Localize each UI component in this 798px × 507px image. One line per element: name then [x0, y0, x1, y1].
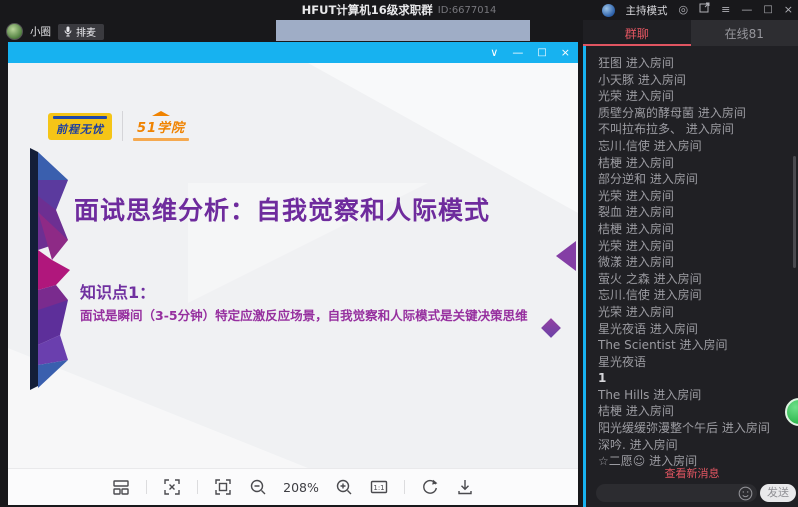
maximize-icon[interactable]: □	[537, 42, 546, 63]
chat-message: 光荣 进入房间	[598, 304, 674, 319]
logo-roof-icon	[152, 111, 170, 116]
minimize-icon[interactable]: —	[512, 42, 523, 63]
microphone-icon	[64, 26, 72, 37]
logo-51college-tagline-bar	[133, 138, 189, 141]
app-window: HFUT计算机16级求职群 ID:6677014 主持模式 ◎ ≡ — □ × …	[0, 0, 798, 507]
zoom-in-icon[interactable]	[334, 477, 354, 497]
logo-51job-url-bar	[53, 116, 107, 119]
actual-size-icon[interactable]: 1:1	[369, 477, 389, 497]
chat-message: 星光夜语 进入房间	[598, 321, 698, 336]
chat-message: 光荣 进入房间	[598, 89, 674, 104]
popout-icon[interactable]	[699, 0, 710, 20]
chat-input[interactable]	[596, 484, 757, 502]
video-placeholder-strip	[276, 20, 530, 41]
room-id: ID:6677014	[437, 4, 497, 16]
logo-divider	[122, 111, 123, 141]
close-icon[interactable]: ×	[784, 0, 793, 20]
knowledge-point-label: 知识点1：	[80, 283, 156, 302]
chat-message-text: 1	[598, 371, 607, 386]
chat-message: 桔梗 进入房间	[598, 404, 674, 419]
minimize-icon[interactable]: —	[741, 0, 752, 20]
chat-message: 裂血 进入房间	[598, 205, 674, 220]
chat-message: 不叫拉布拉多、 进入房间	[598, 122, 734, 137]
toolbar-separator	[403, 480, 405, 494]
host-mode-label: 主持模式	[625, 4, 668, 17]
slides-panel-icon[interactable]	[111, 477, 131, 497]
chat-message: 深吟. 进入房间	[598, 437, 678, 452]
send-button[interactable]: 发送	[760, 484, 796, 502]
slide-diamond-decoration	[556, 241, 576, 271]
presentation-window: ∨ — □ × 前程无忧 51学院 面试思维分析：自我觉察和人际模式 知识点1：…	[8, 42, 578, 505]
chat-message: 光荣 进入房间	[598, 238, 674, 253]
chat-panel: 狂图 进入房间 小天豚 进入房间 光荣 进入房间 质壁分离的酵母菌 进入房间 不叫拉布拉…	[583, 46, 798, 507]
mic-queue-label: 排麦	[76, 28, 96, 39]
chat-message: 质壁分离的酵母菌 进入房间	[598, 105, 746, 120]
user-avatar[interactable]	[6, 23, 23, 40]
top-bar: HFUT计算机16级求职群 ID:6677014 主持模式 ◎ ≡ — □ ×	[0, 0, 798, 20]
chat-scrollbar[interactable]	[793, 156, 796, 268]
slide-area: 前程无忧 51学院 面试思维分析：自我觉察和人际模式 知识点1： 面试是瞬间（3…	[8, 63, 578, 468]
user-name: 小圈	[30, 26, 51, 38]
menu-icon[interactable]: ≡	[721, 0, 730, 20]
svg-text:1:1: 1:1	[373, 484, 384, 492]
chat-message: 小天豚 进入房间	[598, 72, 686, 87]
view-new-messages-link[interactable]: 查看新消息	[586, 465, 798, 481]
zoom-level: 208%	[283, 479, 319, 495]
chat-message: 桔梗 进入房间	[598, 155, 674, 170]
chat-message: The Scientist 进入房间	[598, 338, 728, 353]
chat-sidebar: 群聊 在线81 狂图 进入房间 小天豚 进入房间 光荣 进入房间 质壁分离的酵母菌 进…	[583, 20, 798, 507]
chat-message: 忘川.信使 进入房间	[598, 138, 702, 153]
viewer-toolbar: 208% 1:1	[8, 468, 578, 505]
chat-message: 部分逆和 进入房间	[598, 172, 698, 187]
chat-message: 星光夜语	[598, 354, 647, 369]
tab-group-chat[interactable]: 群聊	[583, 20, 691, 46]
tab-online-count[interactable]: 在线81	[690, 20, 798, 46]
presentation-titlebar[interactable]: ∨ — □ ×	[8, 42, 578, 63]
maximize-icon[interactable]: □	[763, 0, 772, 20]
chat-message: 萤火 之森 进入房间	[598, 271, 702, 286]
chat-message: 微漾 进入房间	[598, 255, 674, 270]
close-icon[interactable]: ×	[561, 42, 570, 63]
fit-screen-icon[interactable]	[213, 477, 233, 497]
rotate-icon[interactable]	[420, 477, 440, 497]
slide-title: 面试思维分析：自我觉察和人际模式	[74, 196, 491, 225]
logo-51college: 51学院	[133, 111, 189, 141]
emoji-icon[interactable]	[738, 486, 753, 501]
room-title: HFUT计算机16级求职群	[301, 3, 433, 17]
toolbar-separator	[197, 480, 199, 494]
mic-queue-button[interactable]: 排麦	[58, 23, 104, 40]
chat-message: 狂图 进入房间	[598, 56, 674, 70]
logo-51job: 前程无忧	[48, 112, 112, 140]
download-icon[interactable]	[455, 477, 475, 497]
chat-message: 阳光缓缓弥漫整个午后 进入房间	[598, 421, 770, 436]
chat-message: 桔梗 进入房间	[598, 221, 674, 236]
zoom-out-icon[interactable]	[248, 477, 268, 497]
logo-51job-text: 前程无忧	[56, 123, 104, 136]
host-mode-avatar	[601, 3, 615, 17]
knowledge-point-text: 面试是瞬间（3-5分钟）特定应激反应场景，自我觉察和人际模式是关键决策思维	[80, 308, 528, 323]
settings-icon[interactable]: ◎	[679, 0, 689, 20]
chat-message: 忘川.信使 进入房间	[598, 288, 702, 303]
collapse-icon[interactable]: ∨	[490, 42, 498, 63]
slide-ribbon-decoration	[30, 148, 70, 390]
expand-icon[interactable]	[162, 477, 182, 497]
toolbar-separator	[146, 480, 148, 494]
chat-list[interactable]: 狂图 进入房间 小天豚 进入房间 光荣 进入房间 质壁分离的酵母菌 进入房间 不叫拉布拉…	[598, 55, 790, 470]
logo-51college-text: 51学院	[136, 121, 186, 136]
chat-message: The Hills 进入房间	[598, 387, 702, 402]
chat-message: 光荣 进入房间	[598, 188, 674, 203]
